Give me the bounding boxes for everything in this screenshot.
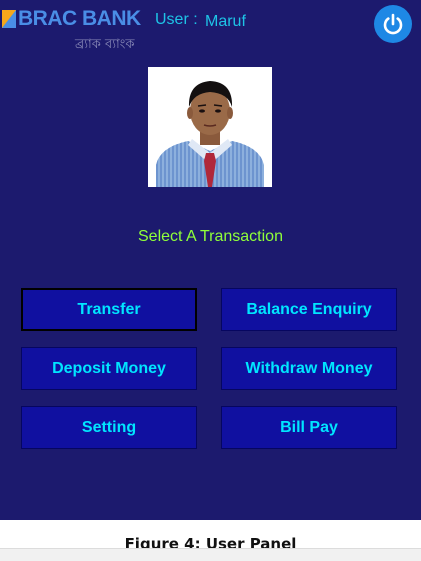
user-photo: [148, 67, 272, 187]
bank-tagline: ব্র্যাক ব্যাংক: [75, 37, 135, 52]
bank-name: BRAC BANK: [18, 7, 141, 30]
logout-button[interactable]: [374, 5, 412, 43]
bottom-strip: [0, 548, 421, 561]
brac-bank-logo: BRAC BANK ব্র্যাক ব্যাংক: [0, 4, 141, 60]
balance-enquiry-button[interactable]: Balance Enquiry: [221, 288, 397, 331]
logo-mark-icon: [2, 10, 16, 28]
power-icon: [383, 13, 403, 35]
select-transaction-prompt: Select A Transaction: [138, 228, 283, 245]
user-name: Maruf: [205, 13, 246, 30]
setting-button[interactable]: Setting: [21, 406, 197, 449]
bill-pay-button[interactable]: Bill Pay: [221, 406, 397, 449]
user-avatar: [148, 67, 272, 187]
user-panel: BRAC BANK ব্র্যাক ব্যাংক User : Maruf Se…: [0, 0, 421, 520]
transfer-button[interactable]: Transfer: [21, 288, 197, 331]
deposit-money-button[interactable]: Deposit Money: [21, 347, 197, 390]
withdraw-money-button[interactable]: Withdraw Money: [221, 347, 397, 390]
user-label: User :: [155, 11, 198, 28]
